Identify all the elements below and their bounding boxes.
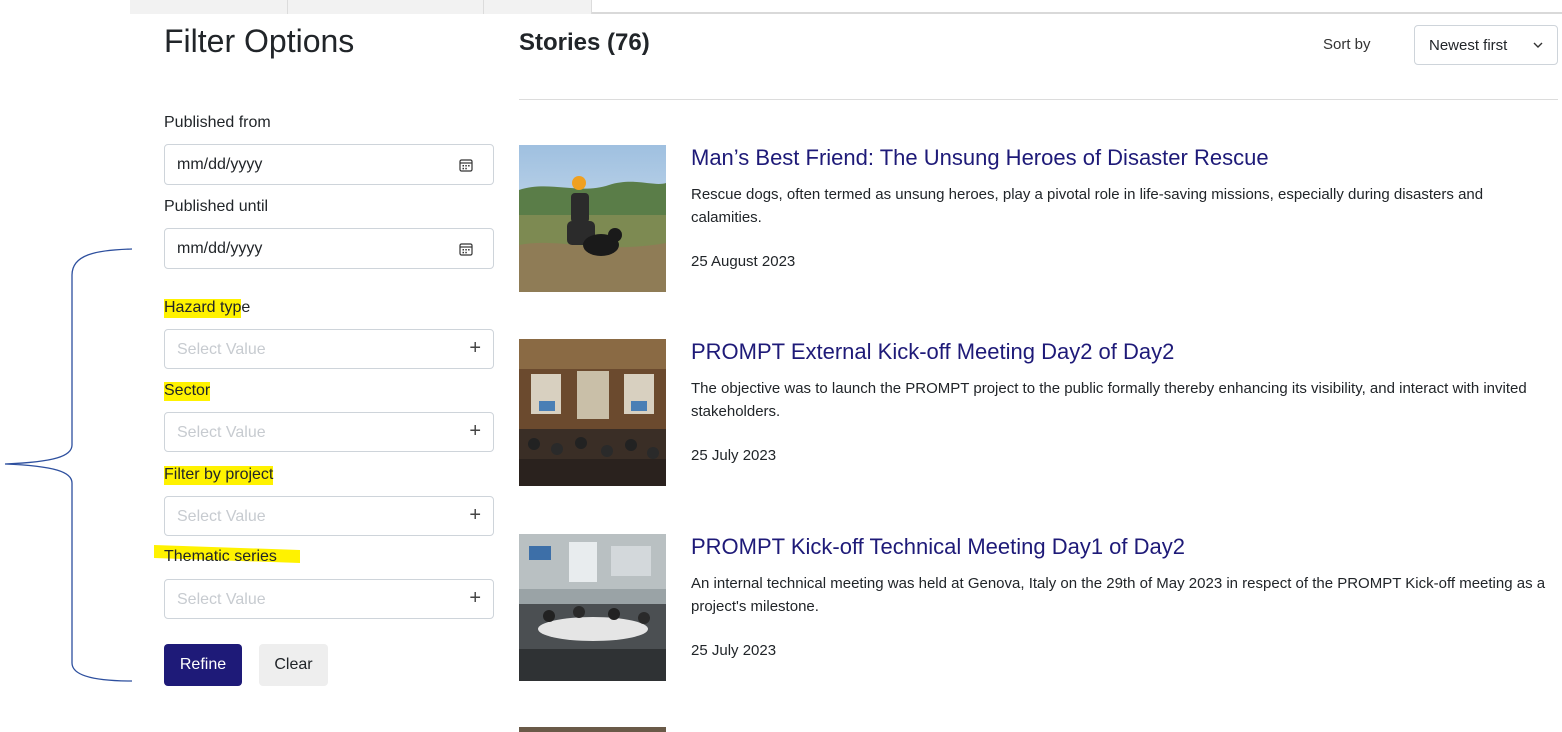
sector-label: Sector bbox=[164, 382, 211, 401]
story-thumbnail-technical-meeting[interactable] bbox=[519, 534, 666, 681]
top-tab-1[interactable] bbox=[130, 0, 288, 14]
filter-options-title: Filter Options bbox=[164, 23, 355, 59]
top-tab-3[interactable] bbox=[484, 0, 592, 14]
filter-by-project-label: Filter by project bbox=[164, 466, 274, 485]
published-until-label: Published until bbox=[164, 198, 269, 215]
refine-button[interactable]: Refine bbox=[164, 644, 242, 686]
story-thumbnail-meeting-hall[interactable] bbox=[519, 339, 666, 486]
plus-icon[interactable]: + bbox=[469, 587, 481, 610]
sector-placeholder: Select Value bbox=[177, 424, 266, 441]
plus-icon[interactable]: + bbox=[469, 420, 481, 443]
thematic-series-label: Thematic series bbox=[164, 548, 277, 565]
story-title-link[interactable]: Man’s Best Friend: The Unsung Heroes of … bbox=[691, 145, 1269, 171]
project-select[interactable]: Select Value + bbox=[164, 496, 494, 536]
sort-select[interactable]: Newest first bbox=[1414, 25, 1558, 65]
hazard-type-select[interactable]: Select Value + bbox=[164, 329, 494, 369]
project-placeholder: Select Value bbox=[177, 508, 266, 525]
story-thumbnail-partial[interactable] bbox=[519, 727, 666, 732]
story-date: 25 July 2023 bbox=[691, 447, 777, 464]
clear-button[interactable]: Clear bbox=[259, 644, 328, 686]
top-tab-strip bbox=[130, 0, 1562, 14]
story-date: 25 July 2023 bbox=[691, 642, 777, 659]
story-date: 25 August 2023 bbox=[691, 253, 796, 270]
sector-label-highlight: Sector bbox=[164, 382, 211, 401]
calendar-icon[interactable] bbox=[459, 242, 473, 256]
story-title-link[interactable]: PROMPT External Kick-off Meeting Day2 of… bbox=[691, 339, 1174, 365]
story-title-link[interactable]: PROMPT Kick-off Technical Meeting Day1 o… bbox=[691, 534, 1185, 560]
sort-by-label: Sort by bbox=[1323, 36, 1371, 53]
published-from-value: mm/dd/yyyy bbox=[177, 156, 263, 173]
filter-by-project-label-highlight: Filter by project bbox=[164, 466, 274, 485]
story-item: PROMPT Kick-off Technical Meeting Day1 o… bbox=[519, 534, 1559, 689]
story-item: Man’s Best Friend: The Unsung Heroes of … bbox=[519, 145, 1559, 300]
thematic-series-select[interactable]: Select Value + bbox=[164, 579, 494, 619]
story-thumbnail-rescue-dog[interactable] bbox=[519, 145, 666, 292]
stories-count-title: Stories (76) bbox=[519, 29, 650, 56]
stories-divider bbox=[519, 99, 1558, 100]
sort-select-value: Newest first bbox=[1429, 37, 1508, 54]
story-excerpt: The objective was to launch the PROMPT p… bbox=[691, 380, 1527, 420]
annotation-bracket bbox=[4, 248, 133, 682]
calendar-icon[interactable] bbox=[459, 158, 473, 172]
sector-select[interactable]: Select Value + bbox=[164, 412, 494, 452]
published-from-label: Published from bbox=[164, 114, 271, 131]
story-excerpt: Rescue dogs, often termed as unsung hero… bbox=[691, 186, 1484, 226]
top-tab-2[interactable] bbox=[288, 0, 484, 14]
thematic-series-placeholder: Select Value bbox=[177, 591, 266, 608]
story-excerpt: An internal technical meeting was held a… bbox=[691, 575, 1546, 615]
story-item: PROMPT External Kick-off Meeting Day2 of… bbox=[519, 339, 1559, 494]
plus-icon[interactable]: + bbox=[469, 504, 481, 527]
chevron-down-icon bbox=[1533, 42, 1543, 48]
published-until-value: mm/dd/yyyy bbox=[177, 240, 263, 257]
hazard-type-label-highlight: Hazard typ bbox=[164, 299, 242, 318]
plus-icon[interactable]: + bbox=[469, 337, 481, 360]
hazard-type-placeholder: Select Value bbox=[177, 341, 266, 358]
hazard-type-label: Hazard type bbox=[164, 299, 251, 318]
published-until-input[interactable]: mm/dd/yyyy bbox=[164, 228, 494, 269]
published-from-input[interactable]: mm/dd/yyyy bbox=[164, 144, 494, 185]
hazard-type-label-rest: e bbox=[241, 299, 251, 316]
